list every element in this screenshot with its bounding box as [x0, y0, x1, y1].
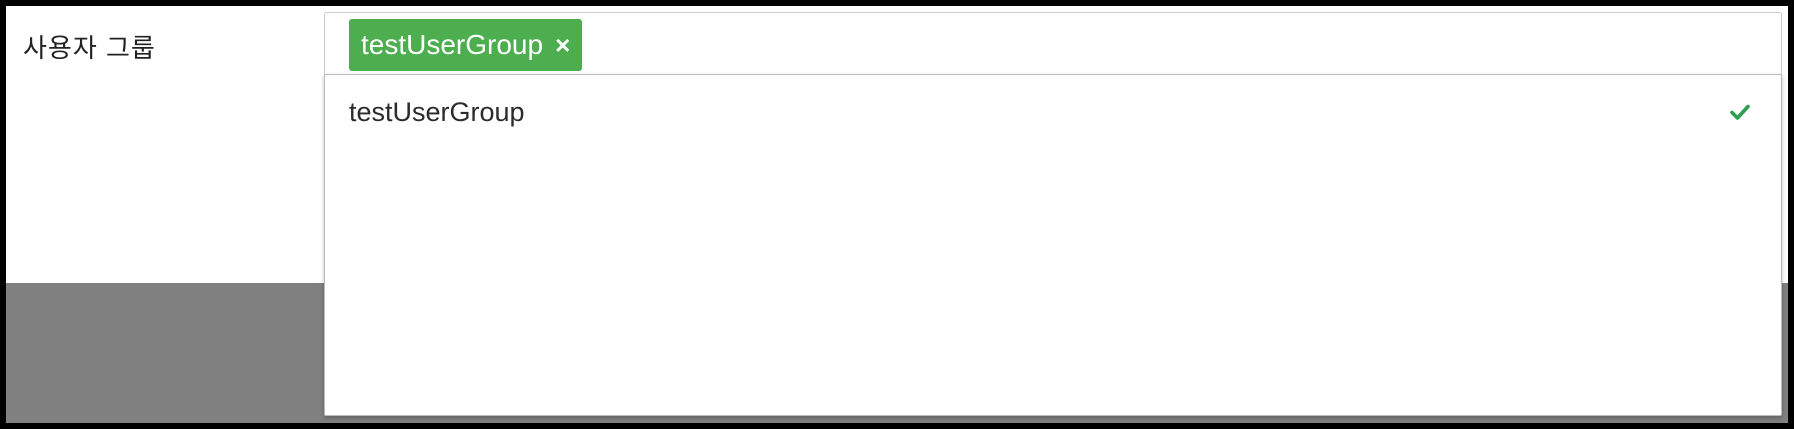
user-group-label: 사용자 그룹: [23, 33, 156, 63]
checkmark-icon: [1730, 104, 1750, 120]
selected-tag-label: testUserGroup: [361, 29, 544, 60]
dropdown-option-label: testUserGroup: [349, 96, 525, 127]
dropdown-option-testusergroup[interactable]: testUserGroup: [325, 87, 1781, 137]
selected-tag-testusergroup: testUserGroup ×: [349, 19, 583, 71]
screen-frame: 사용자 그룹 testUserGroup × testUserGroup: [6, 6, 1788, 423]
user-group-multiselect[interactable]: testUserGroup ×: [324, 12, 1782, 78]
tag-remove-button[interactable]: ×: [555, 32, 570, 58]
user-group-dropdown: testUserGroup: [324, 74, 1782, 416]
